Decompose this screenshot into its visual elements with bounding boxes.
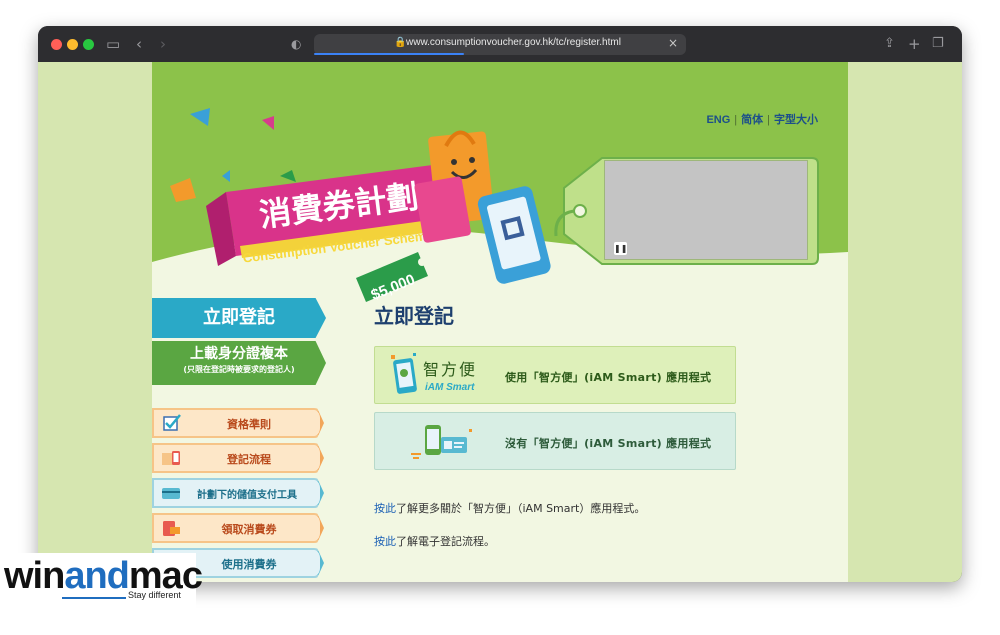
iam-logo-en: iAM Smart bbox=[425, 382, 475, 393]
option-without-iam-smart-label: 沒有「智方便」(iAM Smart) 應用程式 bbox=[505, 437, 712, 450]
watermark-and: and bbox=[64, 555, 130, 597]
loading-progress-bar bbox=[314, 53, 464, 55]
watermark-underline bbox=[62, 597, 126, 599]
url-text: www.consumptionvoucher.gov.hk/tc/registe… bbox=[406, 37, 621, 48]
lang-eng-link[interactable]: ENG bbox=[706, 114, 730, 126]
nav-collect-voucher-label: 領取消費券 bbox=[221, 523, 277, 536]
nav-registration-process-label: 登記流程 bbox=[227, 453, 271, 466]
sidebar-toggle-icon[interactable]: ▭ bbox=[106, 34, 120, 54]
browser-window: ▭ ‹ › ◐ 🔒 www.consumptionvoucher.gov.hk/… bbox=[38, 26, 962, 582]
shield-icon[interactable]: ◐ bbox=[291, 34, 301, 54]
iam-smart-logo-icon: 智方便 iAM Smart bbox=[391, 353, 477, 394]
close-window-button[interactable] bbox=[51, 39, 62, 50]
checkmark-icon bbox=[163, 414, 181, 431]
e-registration-paragraph: 按此了解電子登記流程。 bbox=[374, 533, 495, 549]
font-size-link[interactable]: 字型大小 bbox=[774, 114, 818, 126]
nav-eligibility[interactable]: 資格準則 bbox=[152, 408, 324, 438]
option-with-iam-smart[interactable]: 智方便 iAM Smart 使用「智方便」(iAM Smart) 應用程式 bbox=[374, 346, 736, 404]
nav-eligibility-label: 資格準則 bbox=[227, 418, 271, 431]
page-container: ENG | 简体 | 字型大小 消費券計劃 Consumption Voucher Sc… bbox=[152, 62, 848, 582]
option-with-iam-smart-label: 使用「智方便」(iAM Smart) 應用程式 bbox=[505, 371, 712, 384]
lang-simplified-link[interactable]: 简体 bbox=[741, 114, 763, 126]
option-without-iam-smart[interactable]: 沒有「智方便」(iAM Smart) 應用程式 bbox=[374, 412, 736, 470]
address-bar[interactable]: 🔒 www.consumptionvoucher.gov.hk/tc/regis… bbox=[314, 34, 686, 55]
watermark: winandmac Stay different bbox=[0, 553, 203, 611]
nav-registration-process[interactable]: 登記流程 bbox=[152, 443, 324, 473]
iam-info-text: 了解更多關於「智方便」（iAM Smart）應用程式。 bbox=[396, 502, 646, 515]
scheme-logo: 消費券計劃 Consumption Voucher Scheme $5,000 bbox=[170, 108, 551, 304]
iam-logo-zh: 智方便 bbox=[423, 360, 477, 379]
voucher-icon bbox=[163, 521, 180, 536]
minimize-window-button[interactable] bbox=[67, 39, 78, 50]
forward-arrow-icon[interactable]: › bbox=[160, 34, 166, 54]
nav-use-voucher-label: 使用消費券 bbox=[221, 558, 277, 571]
e-registration-text: 了解電子登記流程。 bbox=[396, 535, 495, 548]
language-switcher: ENG | 简体 | 字型大小 bbox=[706, 114, 818, 126]
page-title: 立即登記 bbox=[374, 304, 454, 328]
watermark-tagline: Stay different bbox=[128, 590, 181, 600]
clear-url-icon[interactable]: × bbox=[668, 36, 678, 50]
pause-icon[interactable]: ❚❚ bbox=[614, 242, 627, 255]
upload-id-copy-button[interactable]: 上載身分證複本 (只限在登記時被要求的登記人) bbox=[152, 341, 326, 385]
lock-icon: 🔒 bbox=[394, 37, 407, 48]
iam-info-paragraph: 按此了解更多關於「智方便」（iAM Smart）應用程式。 bbox=[374, 500, 645, 516]
maximize-window-button[interactable] bbox=[83, 39, 94, 50]
share-icon[interactable]: ⇪ bbox=[884, 34, 895, 54]
upload-id-label: 上載身分證複本 bbox=[190, 346, 288, 362]
tab-overview-icon[interactable]: ❐ bbox=[932, 34, 944, 54]
web-viewport: ENG | 简体 | 字型大小 消費券計劃 Consumption Voucher Sc… bbox=[38, 62, 962, 582]
nav-payment-tools[interactable]: 計劃下的儲值支付工具 bbox=[152, 478, 324, 508]
watermark-win: win bbox=[4, 555, 65, 597]
e-registration-link[interactable]: 按此 bbox=[374, 535, 396, 548]
nav-collect-voucher[interactable]: 領取消費券 bbox=[152, 513, 324, 543]
phone-form-icon bbox=[162, 451, 180, 465]
payment-card-icon bbox=[162, 488, 180, 499]
phone-idcard-icon bbox=[411, 425, 472, 459]
nav-payment-tools-label: 計劃下的儲值支付工具 bbox=[197, 490, 297, 501]
new-tab-icon[interactable]: + bbox=[908, 34, 921, 54]
iam-info-link[interactable]: 按此 bbox=[374, 502, 396, 515]
register-now-button[interactable]: 立即登記 bbox=[152, 298, 326, 338]
banner-video[interactable] bbox=[604, 160, 808, 260]
browser-titlebar: ▭ ‹ › ◐ 🔒 www.consumptionvoucher.gov.hk/… bbox=[38, 26, 962, 62]
upload-id-note: (只限在登記時被要求的登記人) bbox=[183, 365, 295, 374]
back-arrow-icon[interactable]: ‹ bbox=[136, 34, 142, 54]
